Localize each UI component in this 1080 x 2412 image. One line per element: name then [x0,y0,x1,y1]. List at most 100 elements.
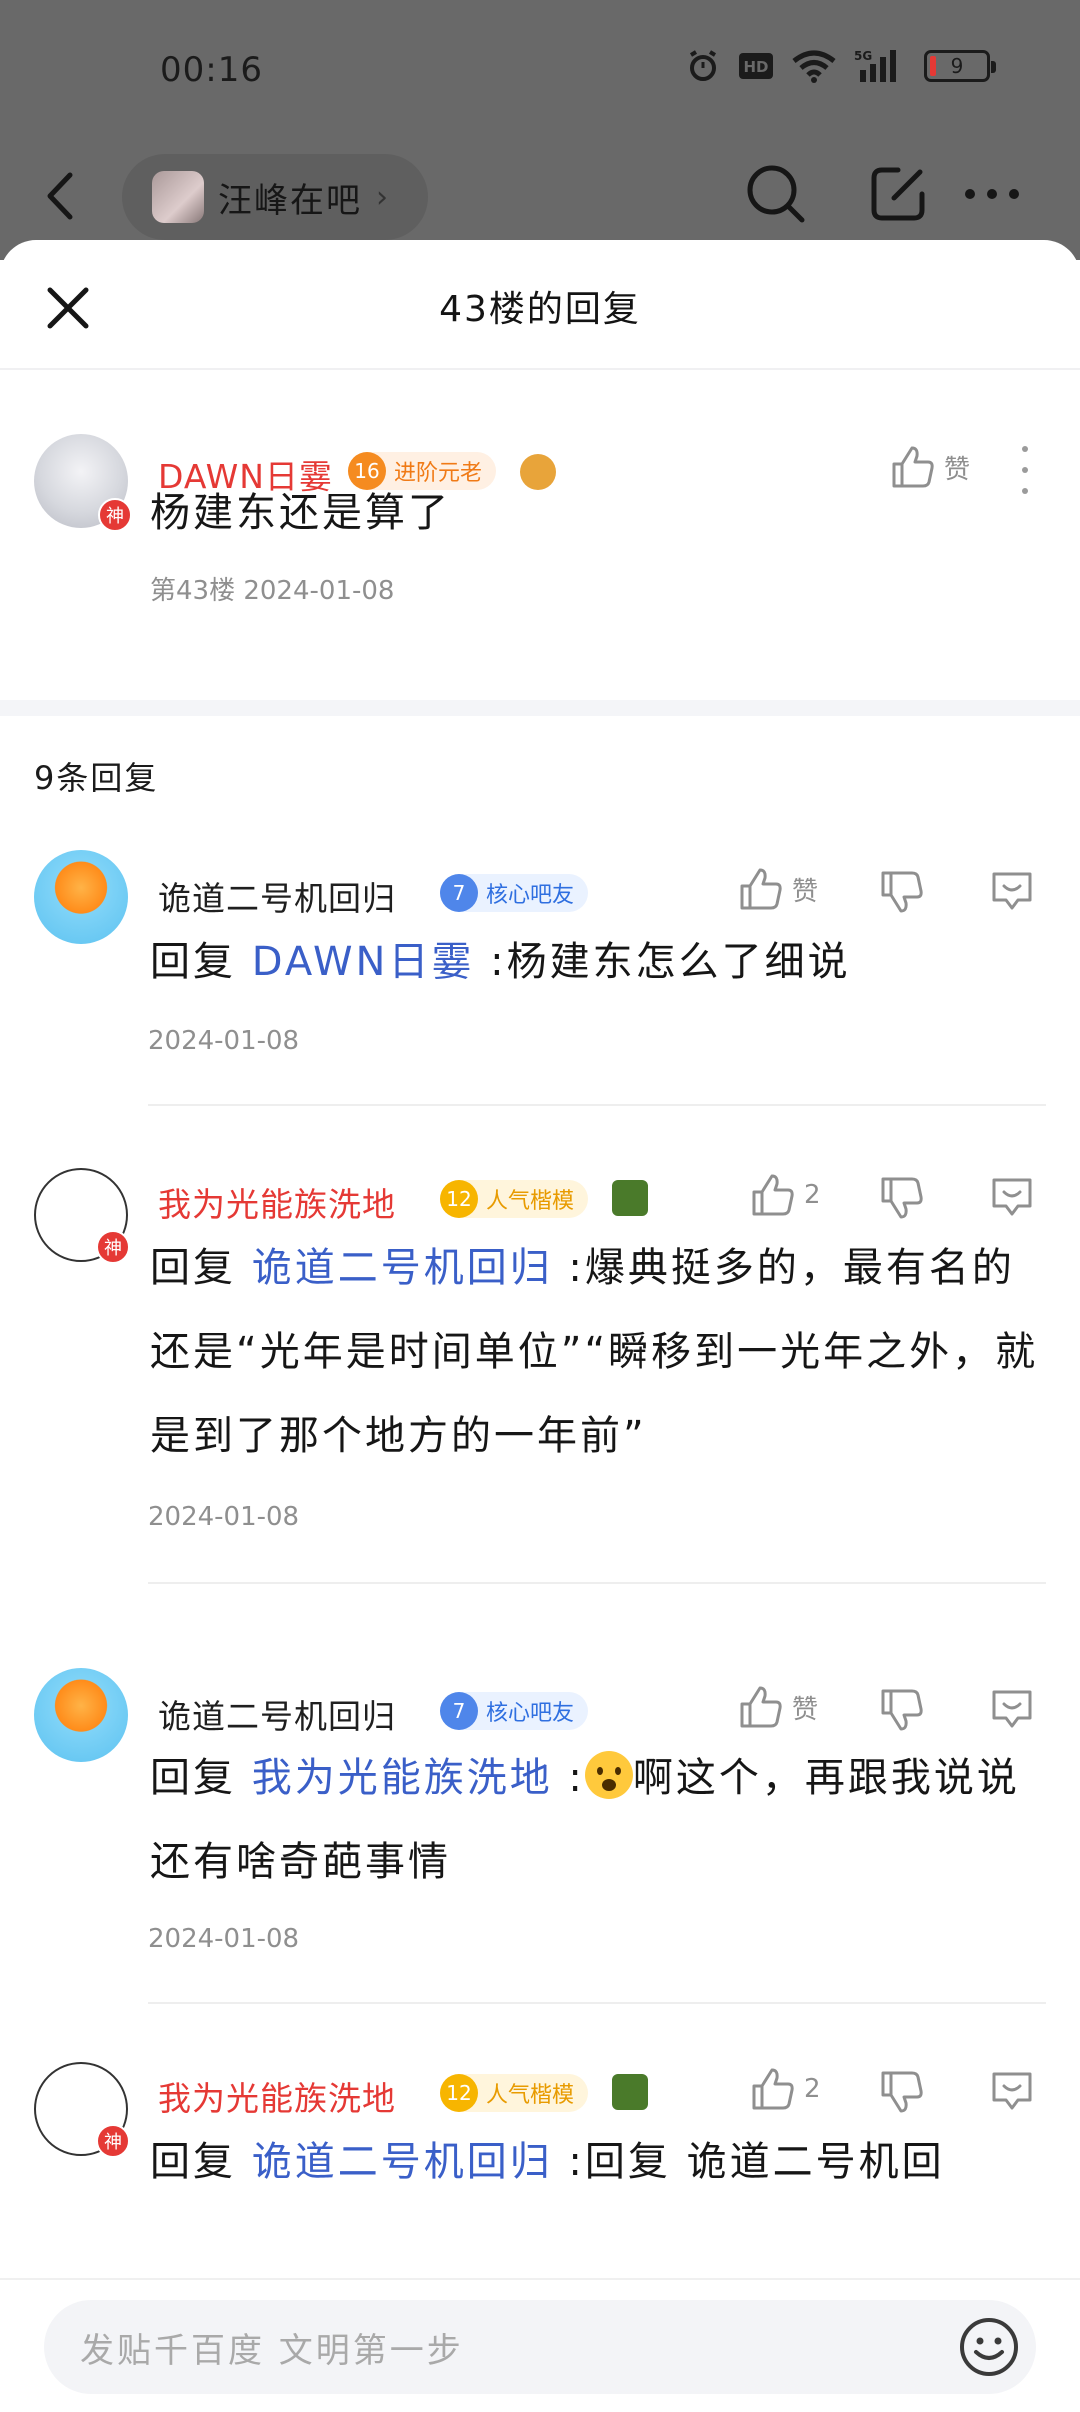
level-badge: 12 人气楷模 [440,1180,589,1218]
shen-badge: 神 [96,1230,130,1264]
level-number: 7 [440,874,478,912]
edit-button[interactable] [862,158,934,230]
search-button[interactable] [740,158,812,230]
status-time: 00:16 [160,50,263,90]
reply-content: :杨建东怎么了细说 [474,939,851,985]
forum-pill[interactable]: 汪峰在吧 › [122,154,428,240]
edit-icon [871,167,925,221]
dislike-button[interactable] [876,1684,928,1736]
replies-sheet: 43楼的回复 神 DAWN日霎 16 进阶元老 赞 杨建东还是算了 第43楼 2… [0,240,1080,2412]
avatar[interactable]: 神 [34,2062,130,2158]
wifi-icon [792,49,836,83]
level-number: 12 [440,2074,478,2112]
level-number: 12 [440,1180,478,1218]
thumb-up-icon [740,1686,782,1728]
svg-text:HD: HD [743,58,768,76]
like-button[interactable]: 赞 [738,866,818,912]
like-button[interactable]: 赞 [738,1684,818,1730]
more-horizontal-icon [965,189,1019,199]
search-icon [747,165,805,223]
reply-text: 回复 我为光能族洗地 : 啊这个，再跟我说说还有啥奇葩事情 [150,1736,1050,1904]
dislike-button[interactable] [876,866,928,918]
username[interactable]: 我为光能族洗地 [158,1178,396,1226]
back-button[interactable] [44,154,88,238]
shen-badge: 神 [98,498,132,532]
reply-input[interactable]: 发贴千百度 文明第一步 [44,2300,1036,2394]
level-title: 人气楷模 [486,2083,575,2108]
post-text: 杨建东还是算了 [150,490,451,536]
comment-button[interactable] [986,1170,1038,1222]
shen-badge: 神 [96,2124,130,2158]
like-button[interactable]: 赞 [890,444,970,490]
battery-level: 9 [950,54,964,78]
avatar[interactable] [34,1668,128,1762]
back-arrow-icon [47,172,73,220]
avatar[interactable]: 神 [34,434,132,532]
reply-content-before: : [552,1755,585,1801]
thumb-down-icon [881,871,923,913]
like-count: 2 [804,2074,821,2104]
like-button[interactable]: 2 [750,1172,821,1218]
main-post: 神 DAWN日霎 16 进阶元老 赞 杨建东还是算了 第43楼 2024-01-… [0,370,1080,700]
avatar[interactable] [34,850,128,944]
level-title: 人气楷模 [486,1189,575,1214]
thumb-down-icon [881,1689,923,1731]
level-badge: 7 核心吧友 [440,1692,589,1730]
comment-icon [992,1178,1032,1216]
avatar[interactable]: 神 [34,1168,130,1264]
forum-avatar [152,171,204,223]
username[interactable]: 诡道二号机回归 [158,1690,396,1738]
background-page-overlay: 00:16 HD 5G 9 汪峰在吧 › [0,0,1080,260]
username[interactable]: 诡道二号机回归 [158,872,396,920]
more-button[interactable] [956,158,1028,230]
comment-icon [992,2072,1032,2110]
alarm-icon [686,49,720,83]
reply-content: :回复 诡道二号机回 [552,2139,945,2185]
comment-button[interactable] [986,864,1038,916]
reply-date: 2024-01-08 [148,1026,300,1056]
thumb-down-icon [881,1177,923,1219]
reply-prefix: 回复 [150,1245,252,1291]
like-button[interactable]: 2 [750,2066,821,2112]
status-bar: 00:16 HD 5G 9 [0,0,1080,140]
level-badge: 12 人气楷模 [440,2074,589,2112]
dislike-button[interactable] [876,1172,928,1224]
status-icons: HD 5G 9 [686,48,996,84]
thumb-up-icon [892,446,934,488]
reply-divider [148,1104,1046,1106]
like-label: 赞 [943,454,970,485]
level-number: 7 [440,1692,478,1730]
like-label: 赞 [792,1694,819,1725]
reply-text: 回复 DAWN日霎 :杨建东怎么了细说 [150,920,1050,1004]
medal-icon [520,454,556,490]
sheet-title: 43楼的回复 [439,289,641,330]
reply-target-link[interactable]: DAWN日霎 [252,939,475,985]
reply-target-link[interactable]: 诡道二号机回归 [252,1245,553,1291]
reply-count: 9条回复 [34,759,159,797]
reply-item: 神 我为光能族洗地 12 人气楷模 2 回复 诡道二号机回归 :回复 诡道二号机… [0,2062,1080,2270]
frown-emoji-icon [584,1751,633,1799]
dislike-button[interactable] [876,2066,928,2118]
thumb-up-icon [752,1174,794,1216]
comment-button[interactable] [986,1682,1038,1734]
reply-divider [148,1582,1046,1584]
comment-icon [992,1690,1032,1728]
chevron-right-icon: › [376,179,388,215]
reply-item: 诡道二号机回归 7 核心吧友 赞 回复 我为光能族洗地 : 啊这个，再跟我说说还有… [0,1660,1080,2070]
smiley-icon [960,2318,1018,2376]
more-vertical-icon[interactable] [1010,440,1040,500]
reply-prefix: 回复 [150,1755,252,1801]
battery-icon: 9 [924,50,996,82]
medal-icon [612,2074,648,2110]
emoji-button[interactable] [958,2316,1020,2378]
forum-name: 汪峰在吧 [218,180,362,221]
hd-icon: HD [738,51,774,81]
thumb-up-icon [740,868,782,910]
reply-target-link[interactable]: 诡道二号机回归 [252,2139,553,2185]
comment-button[interactable] [986,2064,1038,2116]
reply-prefix: 回复 [150,939,252,985]
reply-target-link[interactable]: 我为光能族洗地 [252,1755,553,1801]
comment-icon [992,872,1032,910]
username[interactable]: 我为光能族洗地 [158,2072,396,2120]
reply-item: 诡道二号机回归 7 核心吧友 赞 回复 DAWN日霎 :杨建东怎么了细说 202… [0,836,1080,1166]
